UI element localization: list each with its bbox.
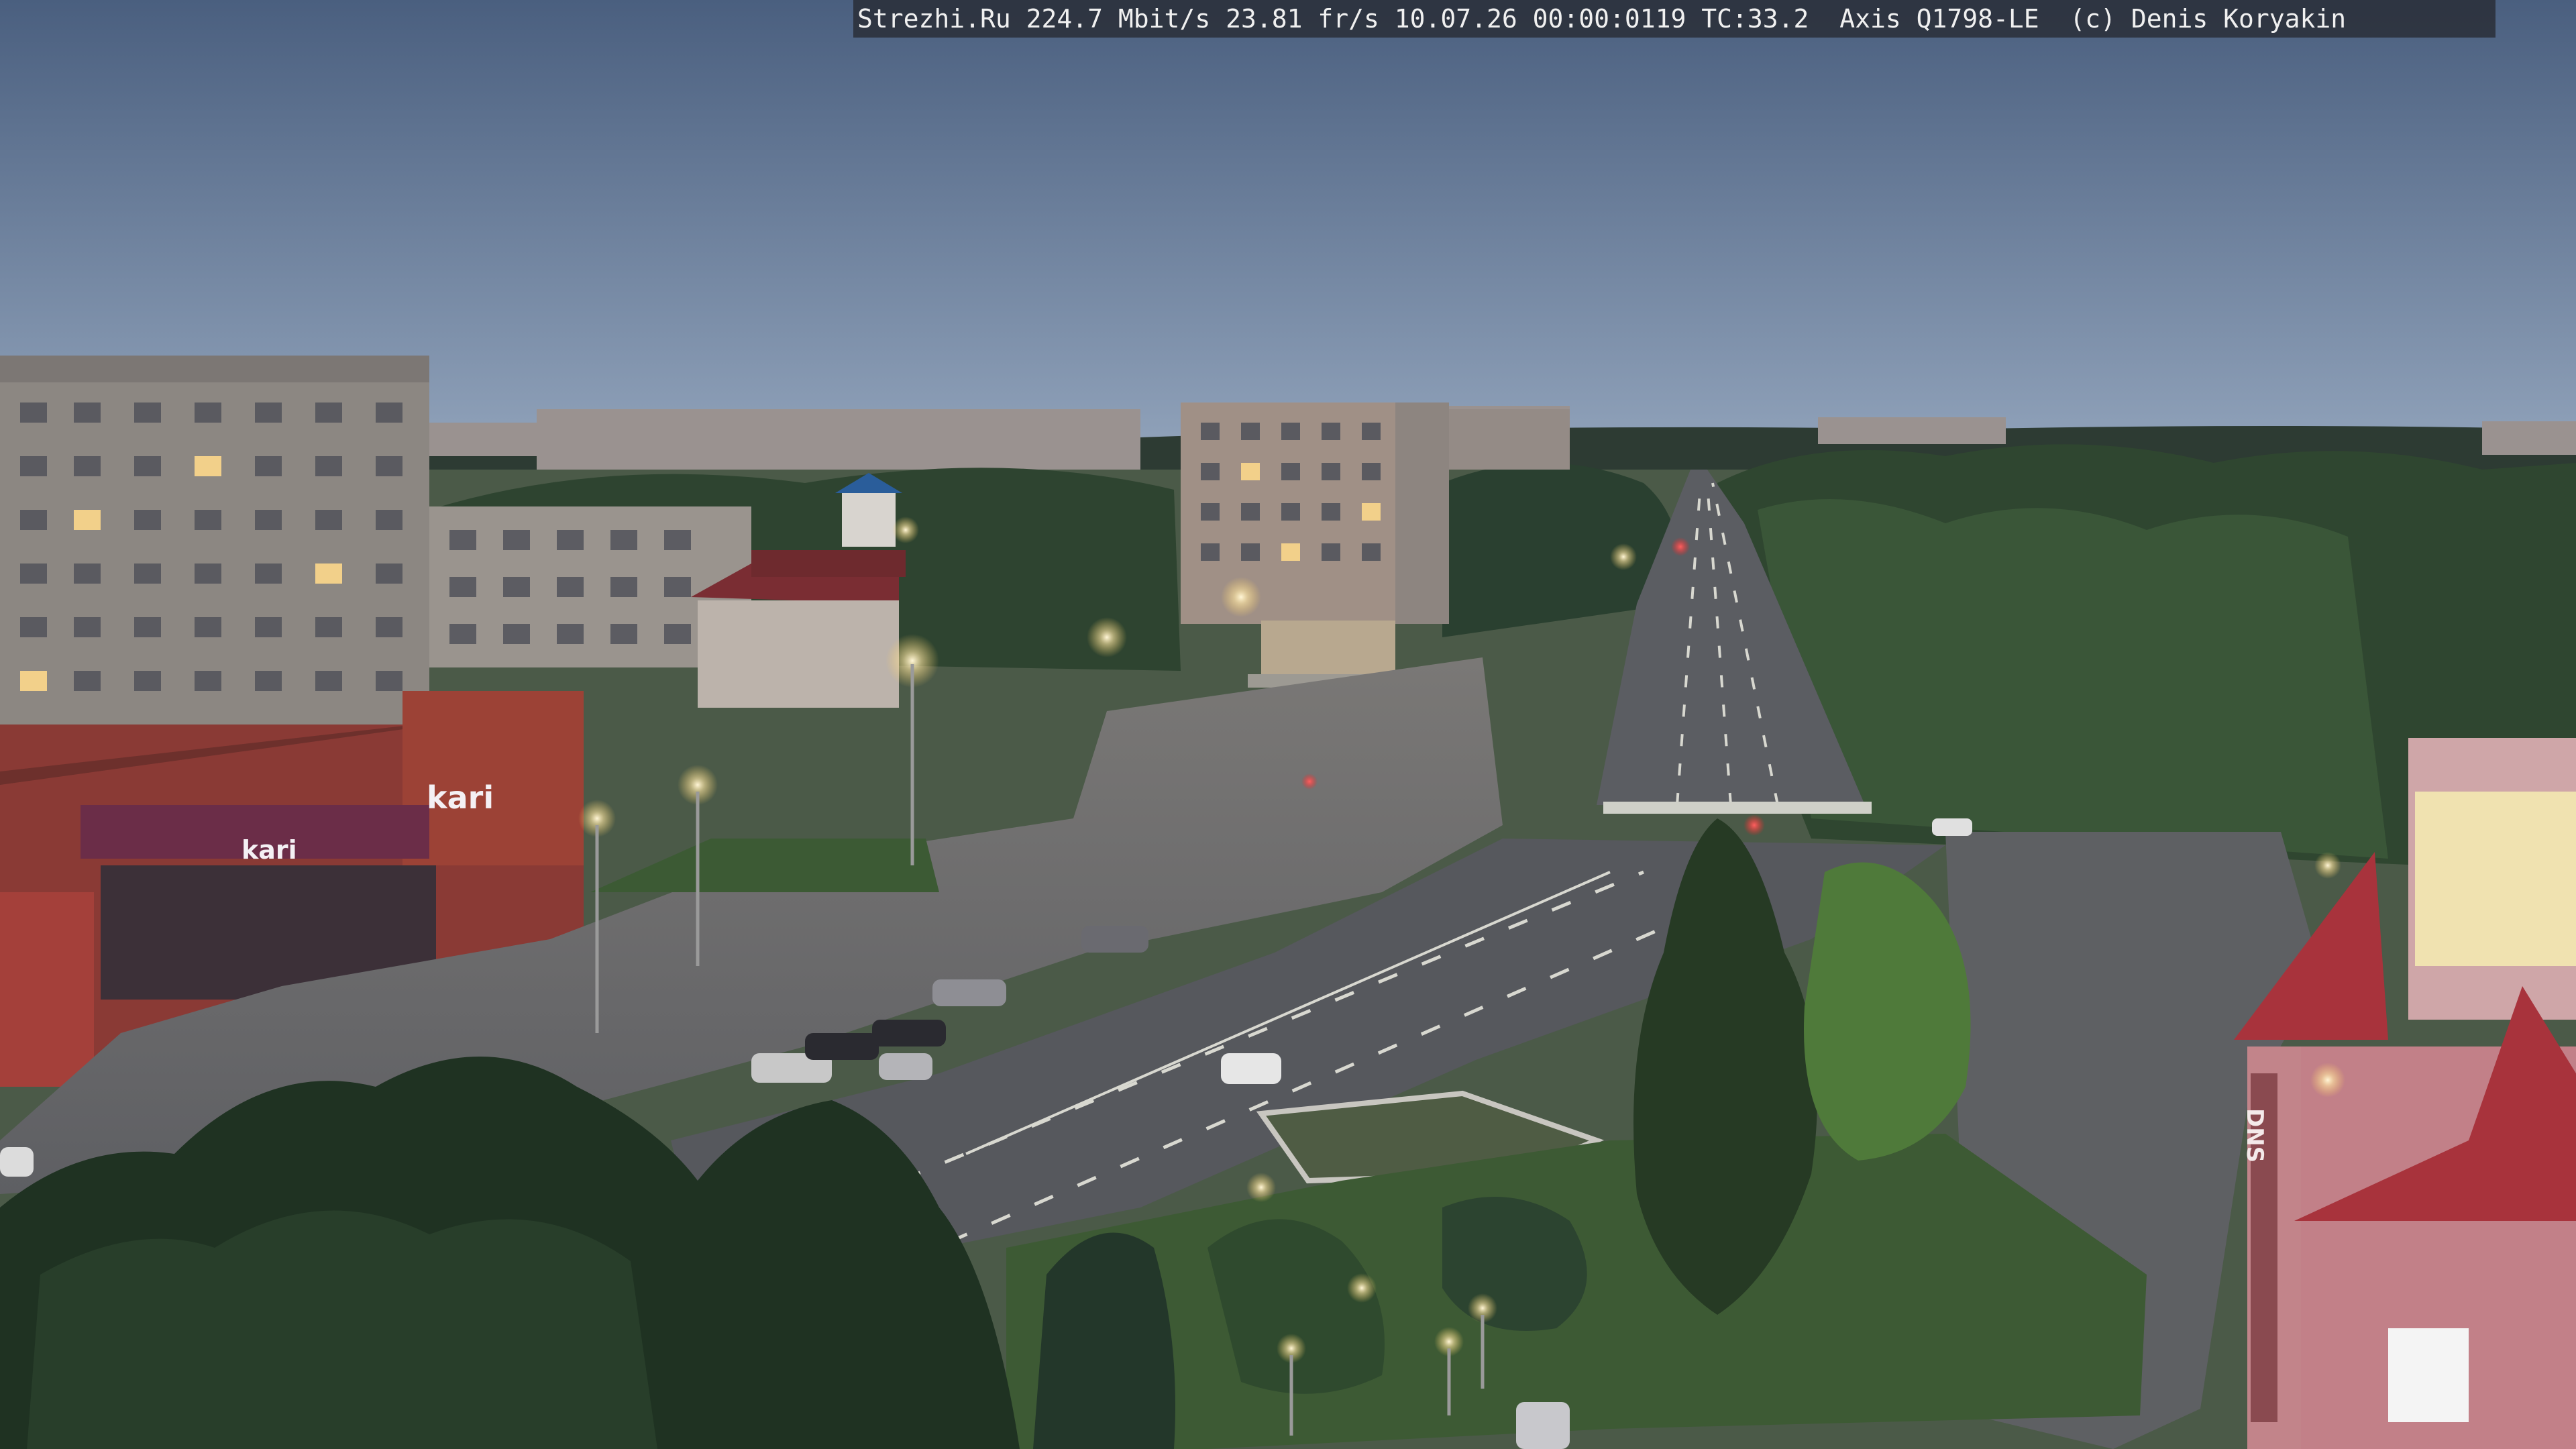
camera-info-overlay: Strezhi.Ru 224.7 Mbit/s 23.81 fr/s 10.07…: [853, 0, 2496, 38]
store-sign-kari: kari: [427, 780, 494, 816]
crosswalk: [1603, 802, 1872, 814]
small-building-center: [1261, 621, 1395, 674]
store-sign-dns: DNS: [2241, 1108, 2268, 1163]
webcam-scene: kari kari DNS: [0, 0, 2576, 1449]
store-sign-kari-small: kari: [241, 835, 297, 865]
apartment-left: [0, 356, 429, 785]
